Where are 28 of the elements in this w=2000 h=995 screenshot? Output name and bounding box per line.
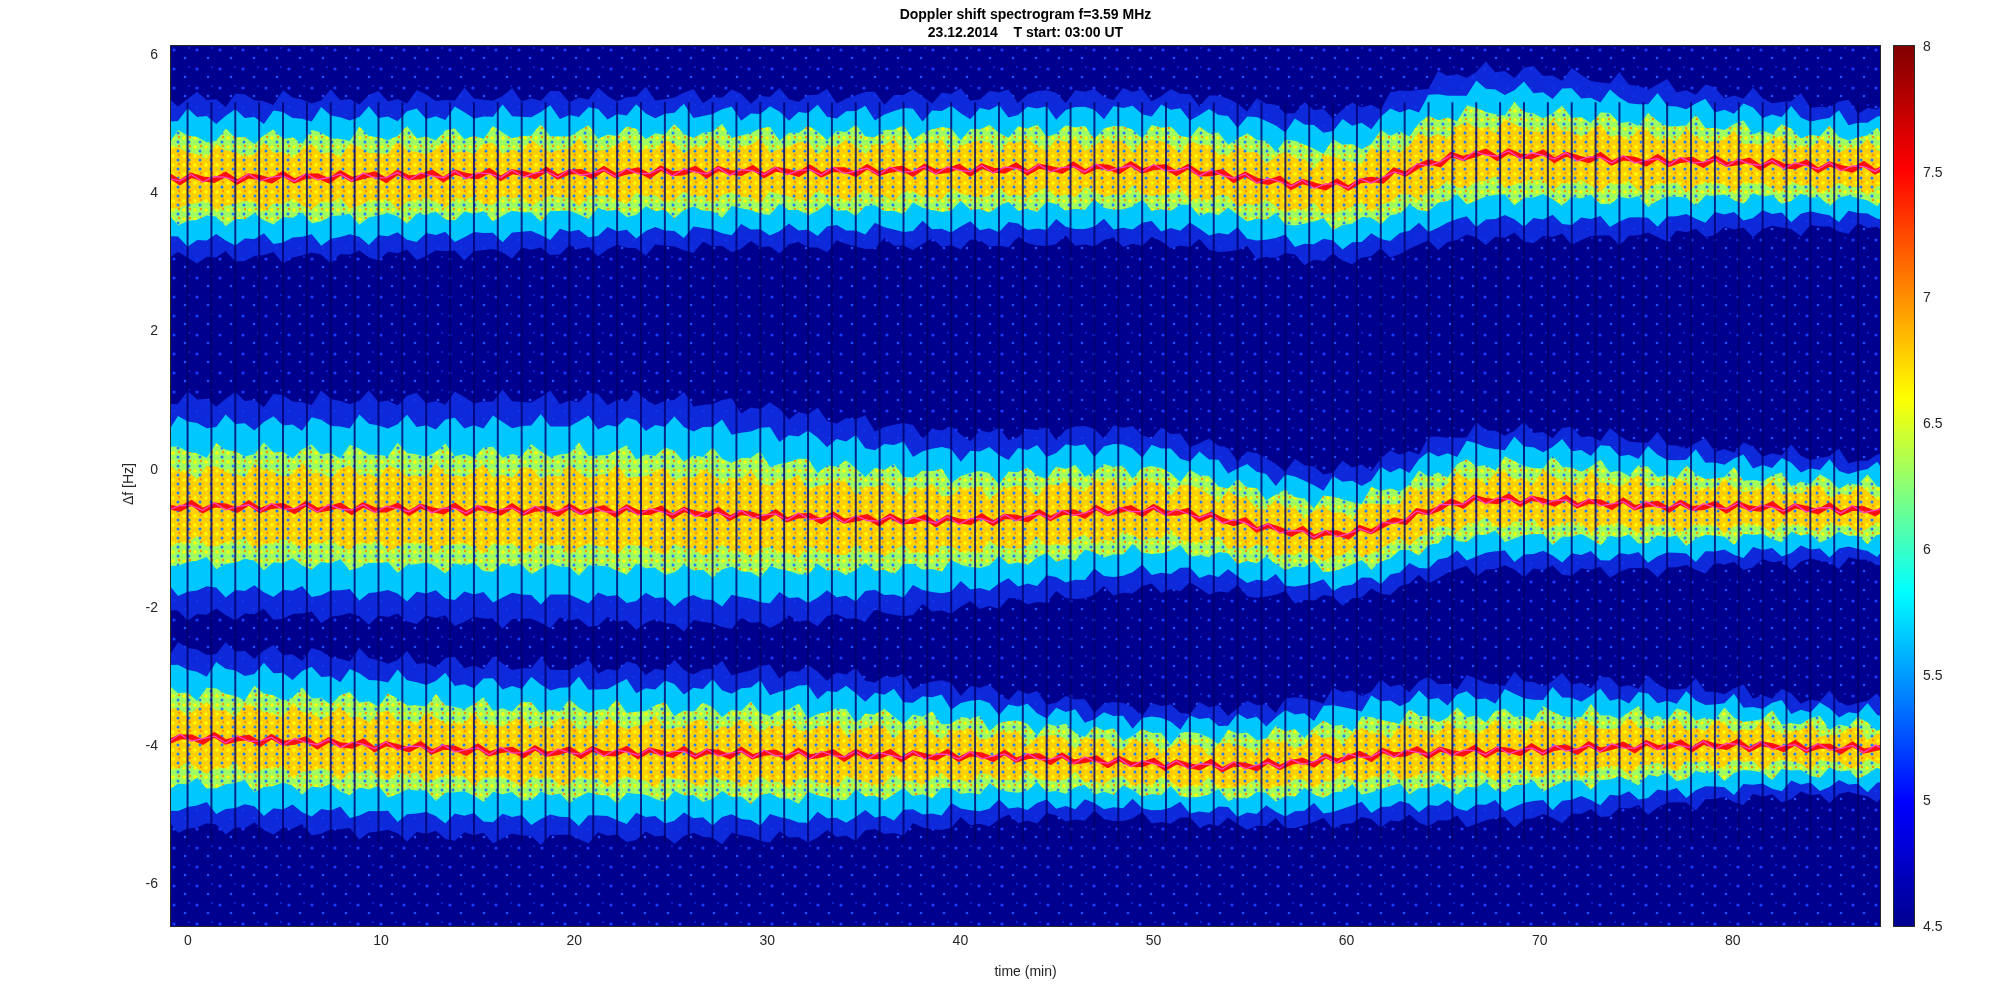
y-tick-label: 0	[150, 460, 158, 477]
colorbar-tick-label: 7	[1923, 289, 1931, 306]
y-tick-label: 4	[150, 184, 158, 201]
x-tick-label: 20	[566, 932, 582, 948]
x-tick-label: 70	[1531, 932, 1548, 948]
x-tick-label: 40	[952, 932, 969, 948]
colorbar-tick-label: 6.5	[1923, 415, 1943, 432]
chart-subtitle: 23.12.2014 T start: 03:00 UT	[927, 22, 1124, 41]
colorbar-tick-label: 7.5	[1923, 163, 1943, 180]
y-tick-label: -2	[145, 598, 158, 615]
y-tick-label: -4	[145, 736, 158, 753]
colorbar-tick-label: 6	[1923, 540, 1931, 557]
chart-title: Doppler shift spectrogram f=3.59 MHz	[899, 4, 1152, 23]
y-tick-label: 6	[150, 46, 158, 62]
x-tick-label: 50	[1145, 932, 1162, 948]
y-tick-label: -6	[145, 875, 158, 891]
x-tick-label: 80	[1725, 932, 1741, 948]
y-tick-label: 2	[150, 322, 158, 339]
y-axis-label: Δf [Hz]	[120, 463, 136, 505]
x-tick-label: 30	[759, 932, 776, 948]
colorbar-tick-label: 5.5	[1923, 666, 1943, 683]
colorbar-tick-label: 8	[1923, 38, 1931, 54]
colorbar-tick-label: 4.5	[1923, 918, 1943, 934]
x-tick-label: 60	[1338, 932, 1355, 948]
x-tick-label: 10	[373, 932, 389, 948]
x-tick-label: 0	[184, 932, 192, 948]
x-axis-label: time (min)	[994, 963, 1057, 979]
colorbar-tick-label: 5	[1923, 792, 1931, 809]
